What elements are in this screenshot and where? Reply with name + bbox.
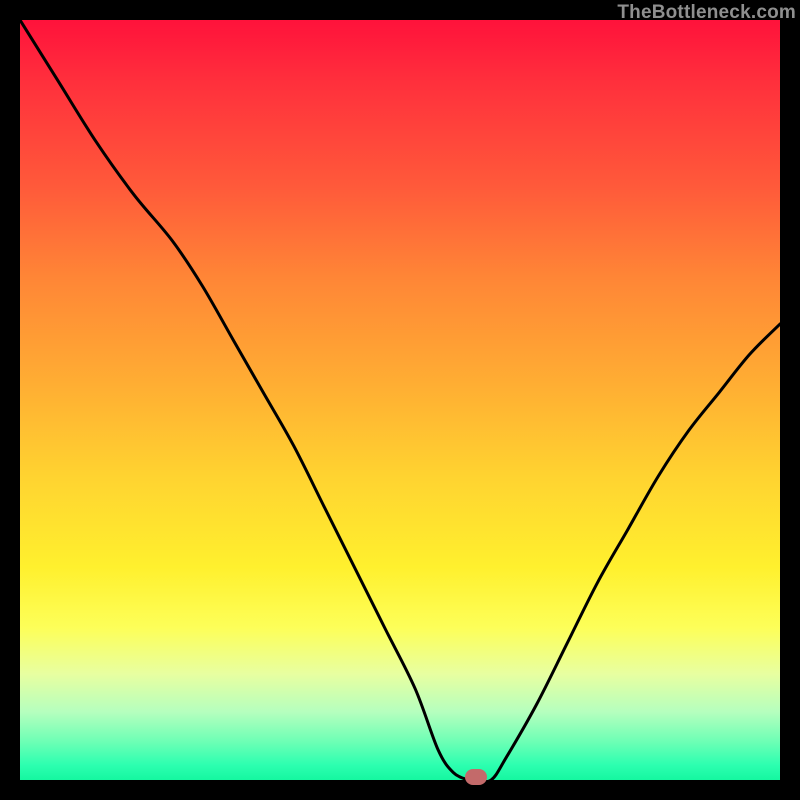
chart-canvas [20, 20, 780, 780]
attribution-text: TheBottleneck.com [617, 2, 796, 24]
bottleneck-curve [20, 20, 780, 780]
chart-frame: TheBottleneck.com [0, 0, 800, 800]
bottleneck-marker [465, 769, 488, 784]
